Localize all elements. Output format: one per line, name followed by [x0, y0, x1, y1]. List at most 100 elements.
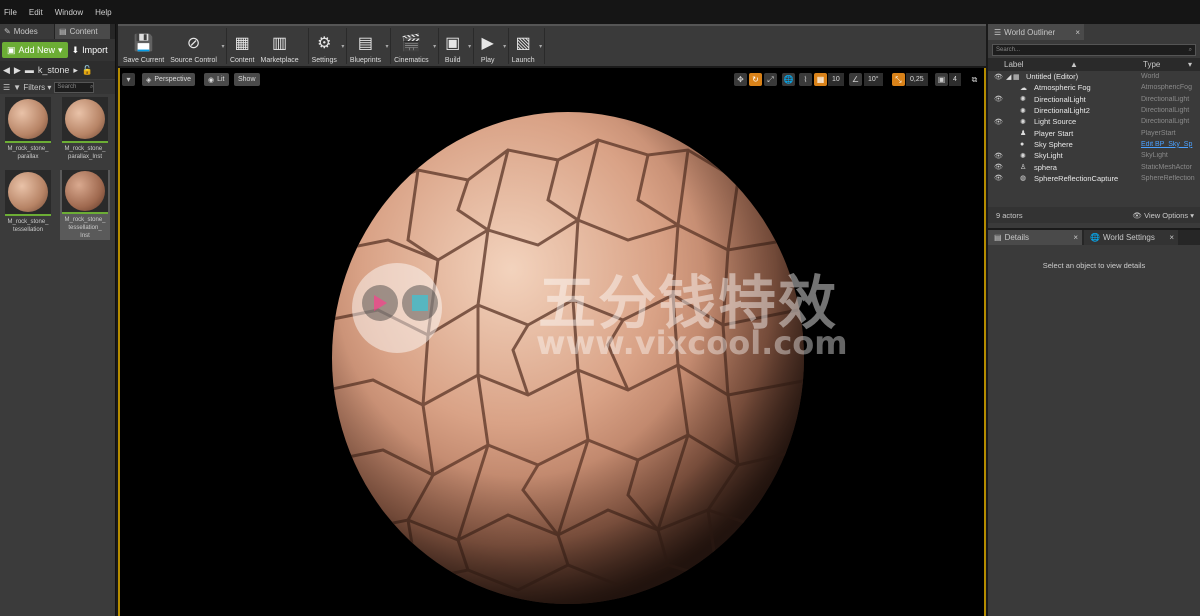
- show-button[interactable]: Show: [234, 73, 260, 86]
- asset-tile[interactable]: M_rock_stone_ parallax_Inst: [60, 97, 110, 167]
- skylight-icon: ✺: [1020, 152, 1026, 160]
- asset-search-input[interactable]: Search ⌕: [54, 81, 95, 93]
- rotation-snap-icon[interactable]: ∠: [849, 73, 862, 86]
- watermark-url: www.vixcool.com: [536, 324, 848, 362]
- expand-arrow-icon[interactable]: ◢: [1006, 73, 1011, 81]
- column-label[interactable]: Label: [1004, 60, 1024, 69]
- visibility-eye-icon[interactable]: 👁: [994, 163, 1003, 171]
- sources-icon[interactable]: ☰: [3, 83, 10, 92]
- outliner-row[interactable]: 👁 ✺ SkyLight SkyLight: [988, 150, 1200, 161]
- edit-blueprint-link[interactable]: Edit BP_Sky_Sp: [1141, 141, 1197, 148]
- toolbar-divider: [302, 28, 309, 64]
- grid-snap-icon[interactable]: ▦: [814, 73, 827, 86]
- content-tab-icon: ▤: [59, 27, 67, 36]
- close-icon[interactable]: ×: [1073, 233, 1078, 242]
- menu-window[interactable]: Window: [55, 8, 83, 17]
- visibility-eye-icon[interactable]: 👁: [994, 95, 1003, 103]
- asset-search-placeholder: Search: [57, 84, 77, 90]
- path-chevron-icon[interactable]: ▸: [73, 65, 78, 76]
- outliner-row[interactable]: 👁 ✺ DirectionalLight DirectionalLight: [988, 94, 1200, 105]
- tab-content[interactable]: ▤ Content: [54, 24, 110, 39]
- filter-icon: ▼: [13, 82, 22, 92]
- tab-world-settings[interactable]: 🌐 World Settings ×: [1084, 230, 1178, 245]
- content-button[interactable]: ▦ Content: [227, 26, 258, 64]
- close-icon[interactable]: ×: [1169, 233, 1174, 242]
- camera-speed-value[interactable]: 4: [949, 73, 961, 86]
- grid-snap-value[interactable]: 10: [828, 73, 844, 86]
- menu-file[interactable]: File: [4, 8, 17, 17]
- blueprints-button[interactable]: ▤ Blueprints: [347, 26, 384, 64]
- menu-help[interactable]: Help: [95, 8, 111, 17]
- play-button[interactable]: ▶ Play: [474, 26, 502, 64]
- lit-button[interactable]: ◉ Lit: [204, 73, 229, 86]
- rotation-snap-value[interactable]: 10°: [864, 73, 883, 86]
- settings-button[interactable]: ⚙ Settings: [309, 26, 340, 64]
- rotate-mode-icon[interactable]: ↻: [749, 73, 762, 86]
- import-button[interactable]: ⬇ Import: [72, 45, 108, 56]
- forward-arrow-icon[interactable]: ▶: [14, 65, 21, 76]
- details-icon: ▤: [994, 233, 1002, 242]
- outliner-row[interactable]: 👁 ◢ ▦ Untitled (Editor) World: [988, 71, 1200, 82]
- visibility-eye-icon[interactable]: 👁: [994, 174, 1003, 182]
- outliner-row[interactable]: ♟ Player Start PlayerStart: [988, 127, 1200, 138]
- level-viewport[interactable]: ▾ ◈ Perspective ◉ Lit Show ✥ ↻ ⤢ 🌐 ⌇ ▦ 1…: [118, 68, 986, 616]
- visibility-eye-icon[interactable]: 👁: [994, 73, 1003, 81]
- material-sphere-icon: [8, 99, 48, 139]
- light-icon: ✺: [1020, 118, 1026, 126]
- outliner-row[interactable]: 👁 ◍ SphereReflectionCapture SphereReflec…: [988, 173, 1200, 184]
- marketplace-button[interactable]: ▥ Marketplace: [257, 26, 301, 64]
- tab-modes[interactable]: ✎ Modes: [0, 24, 54, 39]
- outliner-row[interactable]: 👁 ✺ Light Source DirectionalLight: [988, 116, 1200, 127]
- viewport-options-icon[interactable]: ▾: [122, 73, 135, 86]
- tab-details[interactable]: ▤ Details ×: [988, 230, 1082, 245]
- maximize-viewport-icon[interactable]: ⧉: [968, 73, 981, 86]
- build-dropdown-icon[interactable]: ▾: [467, 28, 474, 64]
- source-control-button[interactable]: ⊘ Source Control: [167, 26, 220, 64]
- close-icon[interactable]: ×: [1075, 28, 1080, 37]
- outliner-row[interactable]: ✺ DirectionalLight2 DirectionalLight: [988, 105, 1200, 116]
- filter-bar: ☰ ▼ Filters ▾ Search ⌕: [0, 80, 115, 94]
- row-name: Atmospheric Fog: [1034, 83, 1091, 93]
- filters-button[interactable]: ▼ Filters ▾: [13, 83, 51, 92]
- launch-button[interactable]: ▧ Launch: [509, 26, 538, 64]
- view-options-button[interactable]: 👁 View Options ▾: [1132, 211, 1194, 220]
- menu-edit[interactable]: Edit: [29, 8, 43, 17]
- cinematics-dropdown-icon[interactable]: ▾: [432, 28, 439, 64]
- add-new-button[interactable]: ▣ Add New ▾: [2, 42, 68, 58]
- settings-dropdown-icon[interactable]: ▾: [340, 28, 347, 64]
- column-options-icon[interactable]: ▾: [1188, 60, 1192, 69]
- asset-tile[interactable]: M_rock_stone_ parallax: [3, 97, 53, 167]
- scale-snap-icon[interactable]: ⤡: [892, 73, 905, 86]
- lock-icon[interactable]: 🔓: [82, 65, 93, 76]
- outliner-row[interactable]: ● Sky Sphere Edit BP_Sky_Sp: [988, 139, 1200, 150]
- world-space-icon[interactable]: 🌐: [782, 73, 795, 86]
- save-current-button[interactable]: 💾 Save Current: [120, 26, 167, 64]
- build-button[interactable]: ▣ Build: [439, 26, 467, 64]
- camera-speed-icon[interactable]: ▣: [935, 73, 948, 86]
- visibility-eye-icon[interactable]: 👁: [994, 152, 1003, 160]
- scale-snap-value[interactable]: 0,25: [906, 73, 928, 86]
- perspective-button[interactable]: ◈ Perspective: [142, 73, 195, 86]
- row-name: SkyLight: [1034, 151, 1063, 161]
- settings-label: Settings: [311, 57, 337, 64]
- asset-tile-selected[interactable]: M_rock_stone_ tessellation_ Inst: [60, 170, 110, 240]
- asset-tile[interactable]: M_rock_stone_ tessellation: [3, 170, 53, 240]
- cinematics-button[interactable]: 🎬 Cinematics: [391, 26, 432, 64]
- column-type[interactable]: Type: [1143, 60, 1160, 69]
- tab-world-outliner[interactable]: ☰ World Outliner ×: [988, 24, 1084, 40]
- outliner-search-input[interactable]: Search... ⌕: [992, 44, 1196, 56]
- launch-dropdown-icon[interactable]: ▾: [538, 28, 545, 64]
- translate-mode-icon[interactable]: ✥: [734, 73, 747, 86]
- outliner-row[interactable]: ☁ Atmospheric Fog AtmosphericFog: [988, 82, 1200, 93]
- scale-mode-icon[interactable]: ⤢: [764, 73, 777, 86]
- path-segment[interactable]: k_stone: [38, 65, 70, 75]
- outliner-row[interactable]: 👁 ♙ sphera StaticMeshActor: [988, 161, 1200, 172]
- visibility-eye-icon[interactable]: 👁: [994, 118, 1003, 126]
- back-arrow-icon[interactable]: ◀: [3, 65, 10, 76]
- source-control-dropdown-icon[interactable]: ▾: [220, 28, 227, 64]
- play-dropdown-icon[interactable]: ▾: [502, 28, 509, 64]
- blueprints-dropdown-icon[interactable]: ▾: [384, 28, 392, 64]
- player-start-icon: ♟: [1020, 130, 1027, 138]
- surface-snap-icon[interactable]: ⌇: [799, 73, 812, 86]
- row-name: SphereReflectionCapture: [1034, 173, 1119, 183]
